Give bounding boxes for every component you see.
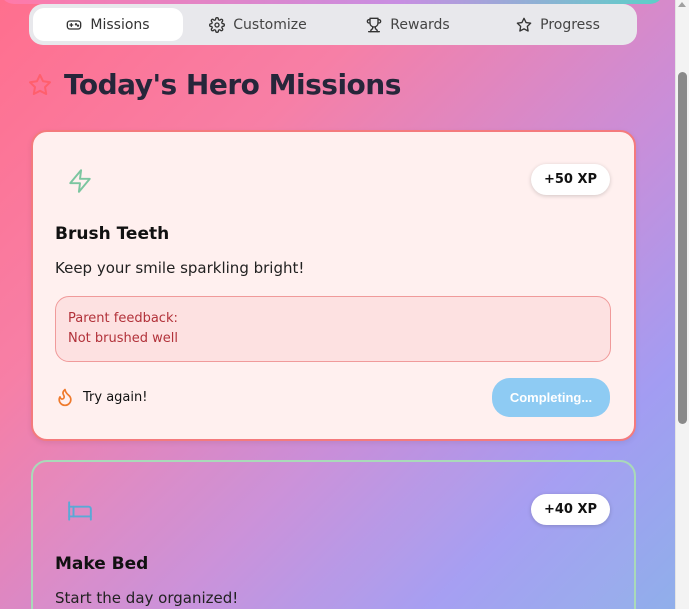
xp-badge: +50 XP [530,164,610,195]
mission-description: Start the day organized! [55,589,239,607]
complete-mission-button[interactable]: Completing... [492,378,610,417]
page-title: Today's Hero Missions [64,68,401,101]
tab-rewards-label: Rewards [390,16,450,33]
mission-title: Make Bed [55,554,149,574]
scroll-thumb[interactable] [678,72,687,424]
mission-card-brush-teeth: +50 XP Brush Teeth Keep your smile spark… [31,130,636,441]
nav-tabs: Missions Customize Rewards Progress [29,4,637,45]
mission-title: Brush Teeth [55,224,170,244]
mission-card-make-bed: +40 XP Make Bed Start the day organized! [31,460,636,609]
tab-customize-label: Customize [233,16,307,33]
tab-progress[interactable]: Progress [483,8,633,41]
lightning-icon [69,169,91,193]
tab-customize[interactable]: Customize [183,8,333,41]
gear-icon [209,16,226,33]
tab-rewards[interactable]: Rewards [333,8,483,41]
tab-missions[interactable]: Missions [33,8,183,41]
page-scrollbar[interactable] [675,0,689,609]
tab-missions-label: Missions [90,16,150,33]
gamepad-icon [67,19,82,30]
star-icon [516,17,532,32]
flame-icon [58,388,72,407]
xp-badge: +40 XP [530,494,610,525]
bed-icon [68,501,92,521]
status-text: Try again! [83,389,148,405]
tab-progress-label: Progress [540,16,600,33]
page-heading: Today's Hero Missions [28,68,401,101]
trophy-icon [367,17,382,32]
scroll-up-arrow-icon[interactable] [678,2,686,7]
parent-feedback-box: Parent feedback: Not brushed well [55,296,611,362]
star-outline-icon [29,73,51,95]
mission-description: Keep your smile sparkling bright! [55,259,305,277]
feedback-text: Not brushed well [68,331,178,346]
mission-status: Try again! [55,387,147,407]
feedback-label: Parent feedback: [68,311,178,326]
